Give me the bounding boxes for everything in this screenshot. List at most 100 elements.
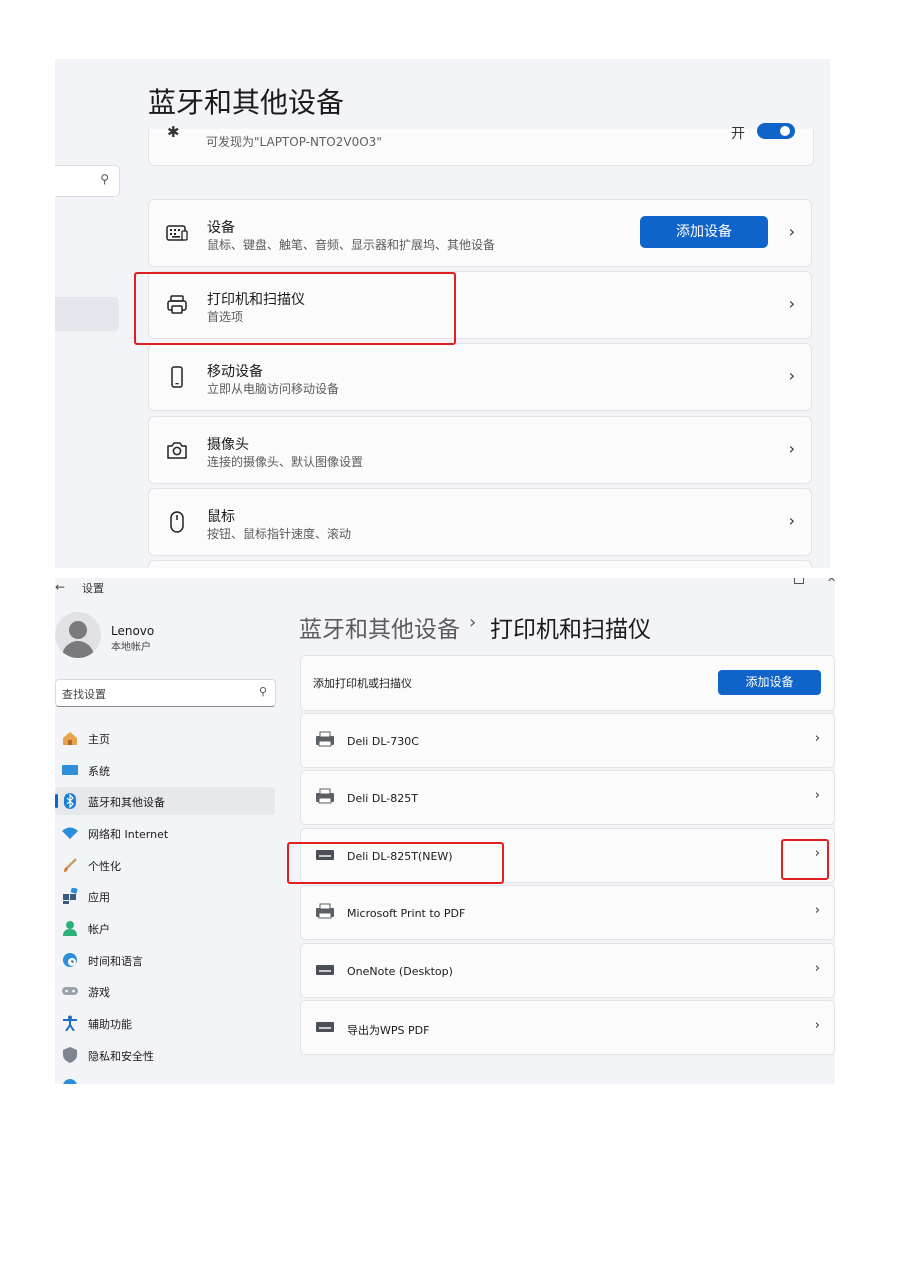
add-device-button[interactable]: 添加设备	[640, 216, 768, 248]
printer-name: OneNote (Desktop)	[347, 965, 453, 978]
sidebar-item-time-language[interactable]: 时间和语言	[55, 946, 275, 974]
globe-clock-icon	[63, 953, 77, 967]
sidebar-selected-item[interactable]	[55, 297, 119, 331]
sidebar-item-label: 辅助功能	[88, 1018, 132, 1031]
sidebar-item-personalization[interactable]: 个性化	[55, 851, 275, 879]
sidebar-item-bluetooth[interactable]: 蓝牙和其他设备	[55, 787, 275, 815]
card-next-partial	[148, 560, 812, 568]
card-title: 鼠标	[207, 509, 235, 525]
close-icon[interactable]: ✕	[827, 578, 835, 585]
breadcrumb-separator: ›	[469, 612, 477, 633]
breadcrumb-parent[interactable]: 蓝牙和其他设备	[299, 610, 460, 644]
sidebar-item-apps[interactable]: 应用	[55, 882, 275, 910]
minimize-icon[interactable]: —	[757, 578, 769, 584]
chevron-right-icon: ›	[814, 788, 820, 803]
printer-row[interactable]: Deli DL-825T ›	[300, 770, 835, 825]
sidebar-item-label: 主页	[88, 733, 110, 746]
back-arrow-icon[interactable]: ←	[55, 580, 65, 594]
bluetooth-icon	[64, 793, 76, 809]
bluetooth-icon: ✱	[167, 123, 180, 141]
sidebar-item-gaming[interactable]: 游戏	[55, 977, 275, 1005]
sidebar-item-accessibility[interactable]: 辅助功能	[55, 1009, 275, 1037]
card-subtitle: 按钮、鼠标指针速度、滚动	[207, 527, 352, 541]
printer-name: Microsoft Print to PDF	[347, 907, 466, 920]
user-name: Lenovo	[111, 624, 155, 638]
sidebar-item-accounts[interactable]: 帐户	[55, 914, 275, 942]
printer-row[interactable]: 导出为WPS PDF ›	[300, 1000, 835, 1055]
bluetooth-toggle-label: 开	[731, 126, 745, 142]
avatar-head	[69, 621, 87, 639]
wifi-icon	[62, 827, 78, 839]
sidebar-item-label: 个性化	[88, 860, 121, 873]
account-icon	[63, 921, 77, 936]
user-account-type: 本地帐户	[111, 642, 151, 653]
chevron-right-icon: ›	[814, 731, 820, 746]
chevron-right-icon: ›	[788, 439, 795, 458]
sidebar-item-system[interactable]: 系统	[55, 756, 275, 784]
phone-icon	[171, 366, 183, 388]
sidebar-search-input[interactable]: ⚲	[55, 165, 120, 197]
camera-icon	[167, 442, 187, 459]
sidebar-item-label: 帐户	[88, 923, 110, 936]
sidebar-item-label: 系统	[88, 765, 110, 778]
sidebar-item-home[interactable]: 主页	[55, 724, 275, 752]
card-mobile-devices[interactable]: 移动设备 立即从电脑访问移动设备 ›	[148, 343, 812, 411]
chevron-right-icon: ›	[788, 511, 795, 530]
printer-row[interactable]: Deli DL-730C ›	[300, 713, 835, 768]
sidebar-item-label: 时间和语言	[88, 955, 143, 968]
highlight-box-chevron	[781, 839, 829, 880]
search-input[interactable]: 查找设置 ⚲	[55, 679, 276, 707]
shield-icon	[63, 1047, 77, 1063]
card-camera[interactable]: 摄像头 连接的摄像头、默认图像设置 ›	[148, 416, 812, 484]
page-title: 蓝牙和其他设备	[148, 86, 345, 119]
card-devices[interactable]: 设备 鼠标、键盘、触笔、音频、显示器和扩展坞、其他设备 添加设备 ›	[148, 199, 812, 267]
printer-icon	[316, 731, 334, 747]
home-icon	[63, 732, 77, 745]
sidebar-item-network[interactable]: 网络和 Internet	[55, 819, 275, 847]
printer-icon	[316, 1022, 334, 1032]
card-subtitle: 连接的摄像头、默认图像设置	[207, 455, 364, 469]
add-printer-label: 添加打印机或扫描仪	[313, 677, 412, 690]
sidebar-item-privacy-security[interactable]: 隐私和安全性	[55, 1041, 275, 1069]
bluetooth-card: ✱ 可发现为"LAPTOP-NTO2V0O3" 开	[148, 123, 814, 166]
card-subtitle: 鼠标、键盘、触笔、音频、显示器和扩展坞、其他设备	[207, 238, 496, 252]
avatar[interactable]	[55, 612, 101, 658]
card-title: 移动设备	[207, 364, 263, 380]
sidebar-item-label: 游戏	[88, 986, 110, 999]
sidebar-item-partial	[55, 1072, 275, 1084]
toggle-knob	[780, 126, 790, 136]
accessibility-icon	[63, 1015, 77, 1031]
printer-row[interactable]: Microsoft Print to PDF ›	[300, 885, 835, 940]
windows-update-icon	[63, 1079, 77, 1084]
chevron-right-icon: ›	[788, 366, 795, 385]
highlight-box-printers	[134, 272, 456, 345]
gamepad-icon	[62, 987, 78, 995]
chevron-right-icon: ›	[814, 1018, 820, 1033]
sidebar-item-label: 网络和 Internet	[88, 828, 169, 841]
sidebar-item-label: 蓝牙和其他设备	[88, 796, 165, 809]
card-mouse[interactable]: 鼠标 按钮、鼠标指针速度、滚动 ›	[148, 488, 812, 556]
brush-icon	[64, 858, 77, 872]
chevron-right-icon: ›	[788, 222, 795, 241]
printer-icon	[316, 788, 334, 804]
settings-screenshot-bluetooth-devices: 蓝牙和其他设备 ⚲ ✱ 可发现为"LAPTOP-NTO2V0O3" 开 设备 鼠…	[55, 59, 830, 568]
add-printer-card: 添加打印机或扫描仪 添加设备	[300, 655, 835, 711]
window-title: 设置	[82, 582, 104, 595]
selection-indicator	[55, 794, 58, 808]
maximize-icon[interactable]	[794, 578, 804, 584]
add-device-button[interactable]: 添加设备	[718, 670, 821, 695]
card-title: 摄像头	[207, 437, 249, 453]
search-icon: ⚲	[258, 685, 267, 698]
printer-icon	[316, 903, 334, 919]
printer-name: Deli DL-730C	[347, 735, 419, 748]
chevron-right-icon: ›	[814, 903, 820, 918]
bluetooth-discoverable-text: 可发现为"LAPTOP-NTO2V0O3"	[206, 135, 382, 149]
sidebar-item-label: 隐私和安全性	[88, 1050, 154, 1063]
printer-icon	[316, 965, 334, 975]
bluetooth-toggle[interactable]	[757, 123, 795, 139]
printer-row[interactable]: OneNote (Desktop) ›	[300, 943, 835, 998]
sidebar-item-label: 应用	[88, 891, 110, 904]
card-title: 设备	[207, 220, 235, 236]
avatar-body	[62, 641, 94, 658]
mouse-icon	[170, 511, 184, 533]
